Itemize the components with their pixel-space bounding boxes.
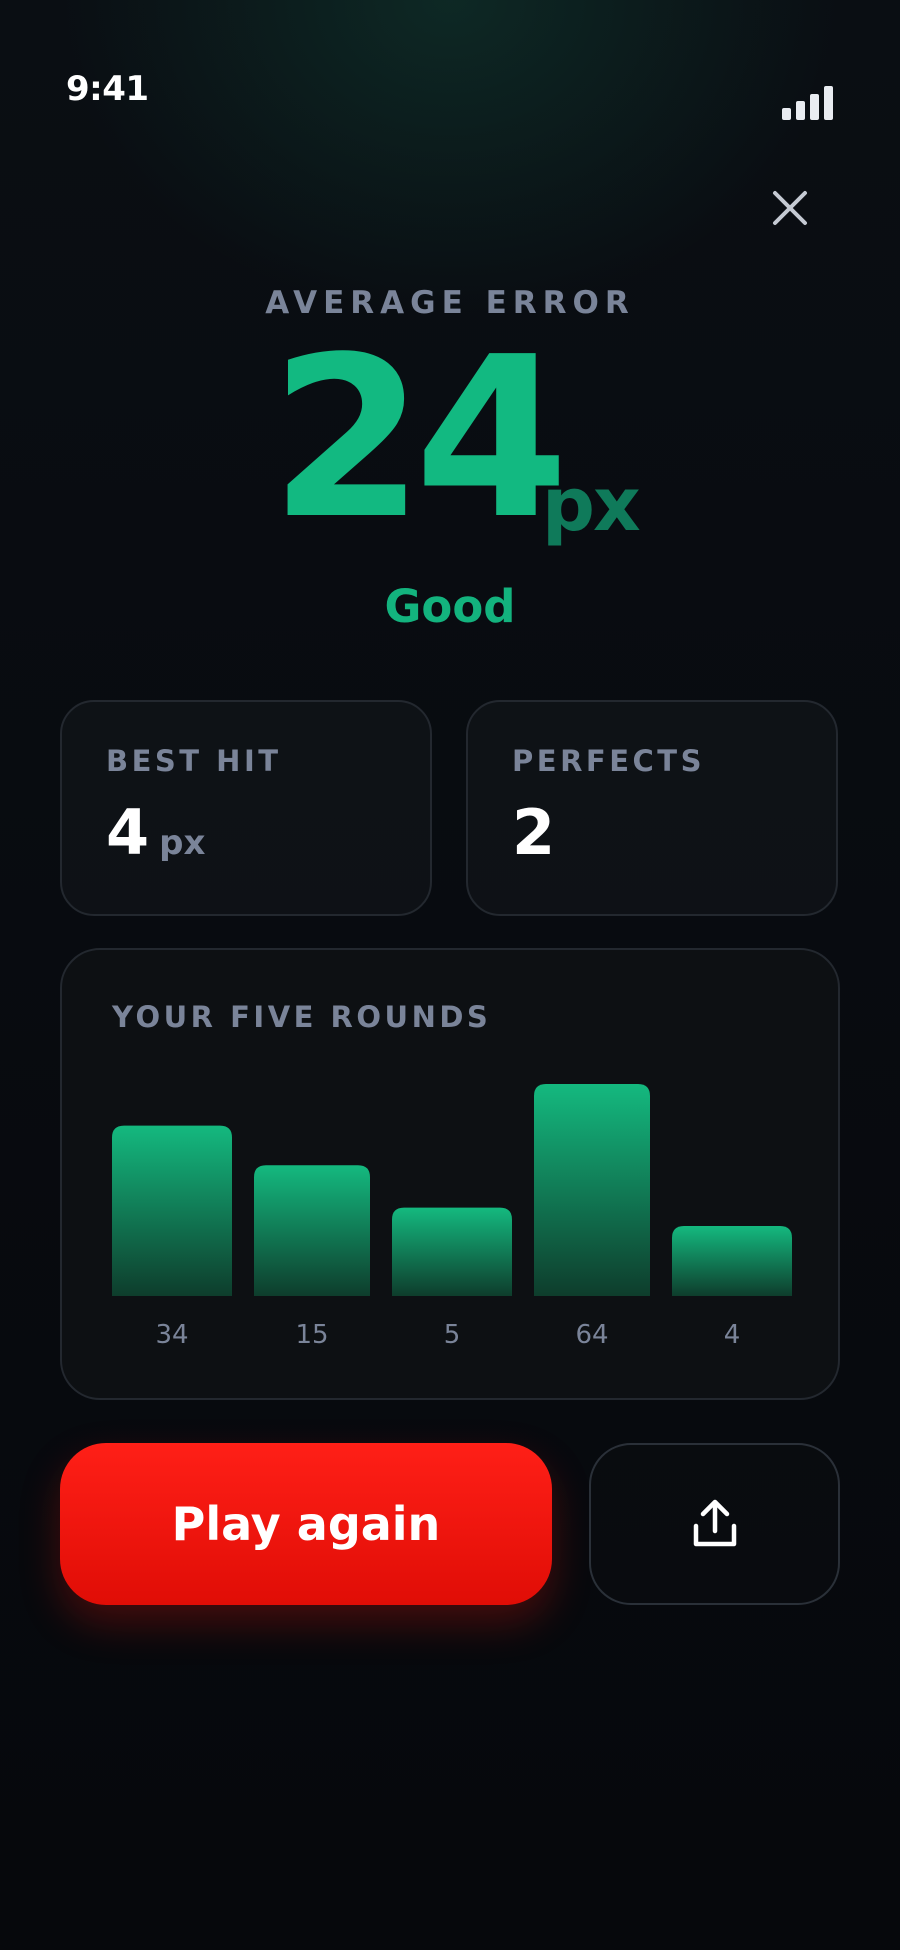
round-label-2: 15 <box>295 1320 328 1350</box>
rounds-bar-chart: 34 15 5 64 4 <box>112 1084 792 1350</box>
round-bar-3 <box>392 1207 512 1296</box>
perfects-card: PERFECTS 2 <box>466 700 838 916</box>
status-time: 9:41 <box>66 69 149 109</box>
results-screen: 9:41 AVERAGE ERROR 24 px Good BEST HIT 4… <box>0 0 900 1950</box>
close-button[interactable] <box>762 180 818 236</box>
round-label-1: 34 <box>155 1320 188 1350</box>
round-bar-2 <box>254 1165 370 1296</box>
perfects-value: 2 <box>512 796 556 869</box>
rounds-card: YOUR FIVE ROUNDS 34 15 5 64 4 <box>60 948 840 1400</box>
best-hit-unit: px <box>159 823 206 863</box>
round-label-5: 4 <box>724 1320 741 1350</box>
round-bar-5 <box>672 1226 792 1296</box>
best-hit-value-row: 4 px <box>106 802 205 864</box>
round-label-3: 5 <box>444 1320 461 1350</box>
round-bar-1 <box>112 1125 232 1296</box>
round-bar-4 <box>534 1084 650 1296</box>
average-error-value: 24 px <box>0 328 900 550</box>
average-error-number: 24 <box>270 310 569 568</box>
close-icon <box>773 191 807 225</box>
round-label-4: 64 <box>575 1320 608 1350</box>
share-button[interactable] <box>589 1443 840 1605</box>
play-again-button[interactable]: Play again <box>60 1443 552 1605</box>
average-error-unit: px <box>542 462 641 548</box>
share-icon <box>693 1499 736 1547</box>
best-hit-card: BEST HIT 4 px <box>60 700 432 916</box>
perfects-label: PERFECTS <box>512 744 705 778</box>
cellular-signal-icon <box>782 86 834 120</box>
rating-text: Good <box>384 580 516 633</box>
best-hit-label: BEST HIT <box>106 744 282 778</box>
best-hit-value: 4 <box>106 796 150 869</box>
